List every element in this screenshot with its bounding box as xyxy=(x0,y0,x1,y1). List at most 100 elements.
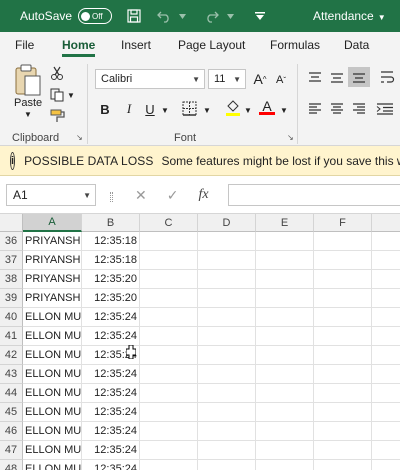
redo-dropdown-icon[interactable] xyxy=(222,8,238,24)
bold-button[interactable]: B xyxy=(98,100,112,118)
empty-cell[interactable] xyxy=(198,251,256,270)
tab-data[interactable]: Data xyxy=(344,38,369,52)
cell-name[interactable]: ELLON MU xyxy=(23,384,82,403)
empty-cell[interactable] xyxy=(372,289,400,308)
empty-cell[interactable] xyxy=(256,403,314,422)
empty-cell[interactable] xyxy=(256,384,314,403)
row-header[interactable]: 36 xyxy=(0,232,23,251)
cancel-icon[interactable]: ✕ xyxy=(135,187,147,204)
empty-cell[interactable] xyxy=(314,346,372,365)
column-header-f[interactable]: F xyxy=(314,214,372,232)
row-header[interactable]: 42 xyxy=(0,346,23,365)
fill-color-dropdown-icon[interactable]: ▼ xyxy=(244,106,252,115)
row-header[interactable]: 44 xyxy=(0,384,23,403)
empty-cell[interactable] xyxy=(198,346,256,365)
document-title[interactable]: Attendance ▼ xyxy=(313,9,386,23)
empty-cell[interactable] xyxy=(314,327,372,346)
empty-cell[interactable] xyxy=(198,422,256,441)
empty-cell[interactable] xyxy=(372,251,400,270)
empty-cell[interactable] xyxy=(140,460,198,470)
cell-name[interactable]: ELLON MU xyxy=(23,422,82,441)
empty-cell[interactable] xyxy=(198,289,256,308)
name-box[interactable]: A1 ▼ xyxy=(6,184,96,206)
empty-cell[interactable] xyxy=(198,403,256,422)
row-header[interactable]: 43 xyxy=(0,365,23,384)
empty-cell[interactable] xyxy=(314,308,372,327)
cell-time[interactable]: 12:35:24 xyxy=(82,327,140,346)
empty-cell[interactable] xyxy=(198,232,256,251)
row-header[interactable]: 40 xyxy=(0,308,23,327)
empty-cell[interactable] xyxy=(256,365,314,384)
column-header-next[interactable] xyxy=(372,214,400,232)
cell-time[interactable]: 12:35:20 xyxy=(82,289,140,308)
cell-name[interactable]: ELLON MU xyxy=(23,327,82,346)
wrap-text-icon[interactable] xyxy=(380,70,396,87)
cell-time[interactable]: 12:35:24 xyxy=(82,403,140,422)
cell-time[interactable]: 12:35:20 xyxy=(82,270,140,289)
undo-icon[interactable] xyxy=(156,8,172,24)
empty-cell[interactable] xyxy=(198,327,256,346)
tab-formulas[interactable]: Formulas xyxy=(270,38,320,52)
font-name-select[interactable]: Calibri ▼ xyxy=(95,69,205,89)
empty-cell[interactable] xyxy=(198,441,256,460)
align-middle-icon[interactable] xyxy=(330,72,344,87)
font-size-select[interactable]: 11 ▼ xyxy=(208,69,246,89)
cut-icon[interactable] xyxy=(50,66,64,83)
column-header-e[interactable]: E xyxy=(256,214,314,232)
empty-cell[interactable] xyxy=(140,327,198,346)
font-launcher-icon[interactable]: ↘ xyxy=(287,133,294,142)
empty-cell[interactable] xyxy=(256,346,314,365)
shrink-font-button[interactable]: Aˇ xyxy=(272,71,290,89)
empty-cell[interactable] xyxy=(140,346,198,365)
column-header-a[interactable]: A xyxy=(23,214,82,232)
empty-cell[interactable] xyxy=(314,270,372,289)
paste-icon[interactable] xyxy=(12,64,44,100)
borders-dropdown-icon[interactable]: ▼ xyxy=(203,106,211,115)
resize-handle-icon[interactable] xyxy=(110,192,113,202)
empty-cell[interactable] xyxy=(198,270,256,289)
cell-time[interactable]: 12:35:18 xyxy=(82,251,140,270)
tab-file[interactable]: File xyxy=(15,38,34,52)
font-color-icon[interactable]: A xyxy=(259,98,275,118)
empty-cell[interactable] xyxy=(372,346,400,365)
font-color-dropdown-icon[interactable]: ▼ xyxy=(280,106,288,115)
borders-icon[interactable] xyxy=(182,101,197,119)
italic-button[interactable]: I xyxy=(122,100,136,118)
empty-cell[interactable] xyxy=(372,308,400,327)
autosave-toggle[interactable]: Off xyxy=(78,8,113,24)
cell-name[interactable]: ELLON MU xyxy=(23,365,82,384)
undo-dropdown-icon[interactable] xyxy=(174,8,190,24)
paste-dropdown-icon[interactable]: ▼ xyxy=(24,110,32,119)
cell-name[interactable]: ELLON MU xyxy=(23,308,82,327)
align-bottom-icon[interactable] xyxy=(348,67,370,87)
empty-cell[interactable] xyxy=(140,251,198,270)
row-header[interactable]: 37 xyxy=(0,251,23,270)
empty-cell[interactable] xyxy=(256,270,314,289)
align-top-icon[interactable] xyxy=(308,72,322,87)
underline-dropdown-icon[interactable]: ▼ xyxy=(161,106,169,115)
empty-cell[interactable] xyxy=(198,384,256,403)
align-left-icon[interactable] xyxy=(308,103,322,118)
formula-input[interactable] xyxy=(228,184,400,206)
cell-time[interactable]: 12:35:24 xyxy=(82,365,140,384)
empty-cell[interactable] xyxy=(314,289,372,308)
empty-cell[interactable] xyxy=(140,422,198,441)
empty-cell[interactable] xyxy=(314,422,372,441)
column-header-c[interactable]: C xyxy=(140,214,198,232)
empty-cell[interactable] xyxy=(314,251,372,270)
empty-cell[interactable] xyxy=(256,422,314,441)
empty-cell[interactable] xyxy=(372,441,400,460)
clipboard-launcher-icon[interactable]: ↘ xyxy=(76,133,83,142)
empty-cell[interactable] xyxy=(256,289,314,308)
tab-home[interactable]: Home xyxy=(62,38,96,57)
cell-name[interactable]: ELLON MU xyxy=(23,441,82,460)
row-header[interactable]: 45 xyxy=(0,403,23,422)
empty-cell[interactable] xyxy=(372,270,400,289)
empty-cell[interactable] xyxy=(256,232,314,251)
empty-cell[interactable] xyxy=(314,403,372,422)
underline-button[interactable]: U xyxy=(143,100,157,118)
empty-cell[interactable] xyxy=(198,308,256,327)
insert-function-icon[interactable]: fx xyxy=(198,187,208,203)
customize-qat-icon[interactable] xyxy=(252,8,268,24)
empty-cell[interactable] xyxy=(314,460,372,470)
